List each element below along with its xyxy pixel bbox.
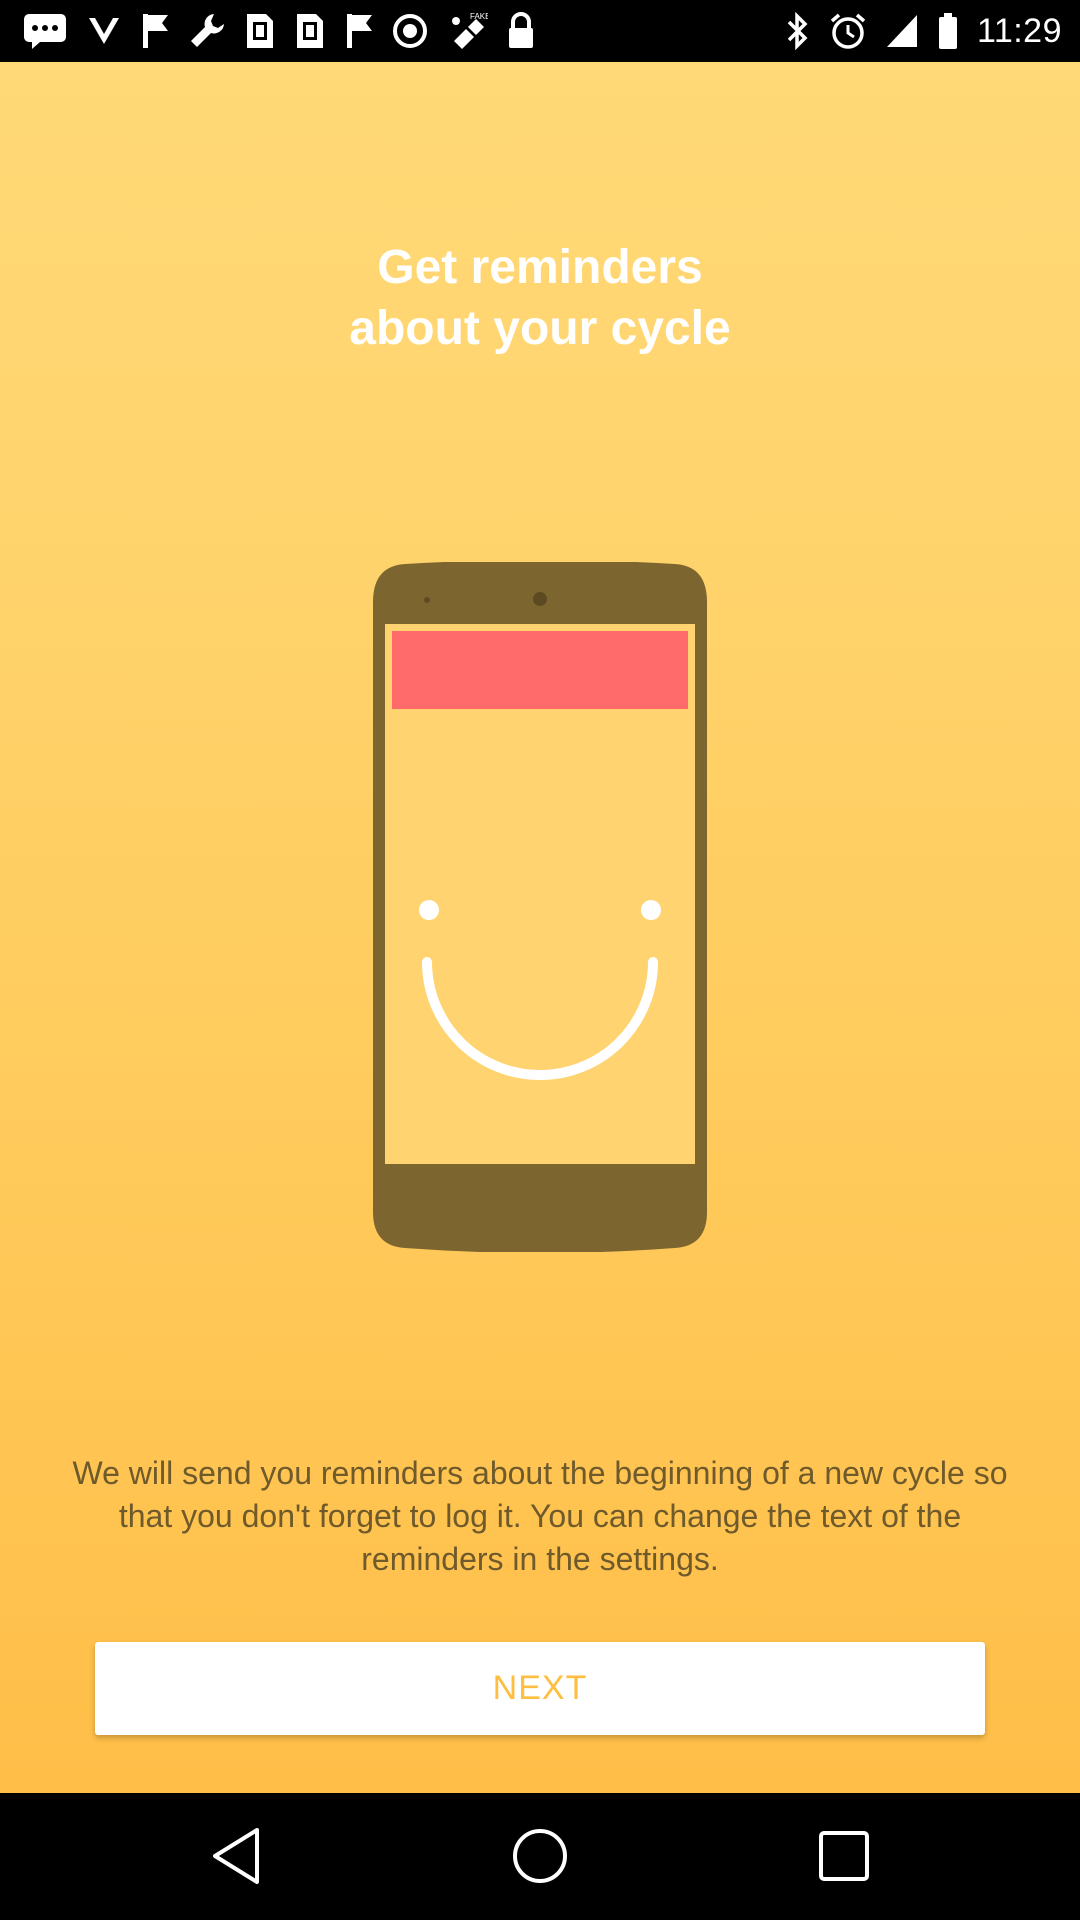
title-line: about your cycle (349, 302, 731, 355)
next-button[interactable]: NEXT (95, 1642, 985, 1735)
wrench-icon (188, 12, 226, 50)
home-icon (513, 1829, 567, 1883)
navigation-bar (0, 1793, 1080, 1920)
recents-button[interactable] (804, 1821, 884, 1891)
alarm-icon (829, 12, 867, 50)
signal-icon (885, 13, 919, 49)
phone-sensor-dot (424, 597, 430, 603)
app-screen: FAKE 11:29 Get reminders about your cycl… (0, 0, 1080, 1920)
status-time: 11:29 (976, 11, 1062, 50)
sim-toolkit-icon (294, 12, 326, 50)
back-icon (213, 1828, 259, 1884)
chevron-down-icon (86, 14, 122, 48)
fake-gps-icon: FAKE (446, 11, 488, 51)
smile-eye-left (419, 900, 439, 920)
description-text: We will send you reminders about the beg… (72, 1455, 1008, 1577)
battery-icon (937, 12, 959, 50)
flag-icon (344, 12, 374, 50)
message-icon (22, 12, 68, 50)
blocked-icon (392, 13, 428, 49)
title-line: Get reminders (377, 241, 703, 294)
onboarding-page: Get reminders about your cycle We will s… (0, 62, 1080, 1793)
sim-toolkit-icon (244, 12, 276, 50)
page-title: Get reminders about your cycle (0, 237, 1080, 359)
phone-camera-dot (533, 592, 547, 606)
svg-text:FAKE: FAKE (470, 12, 488, 21)
phone-illustration (373, 562, 707, 1252)
bluetooth-icon (785, 12, 811, 50)
notification-bar (392, 631, 688, 709)
flag-icon (140, 12, 170, 50)
back-button[interactable] (196, 1821, 276, 1891)
recents-icon (819, 1831, 869, 1881)
smile-eye-right (641, 900, 661, 920)
home-button[interactable] (500, 1821, 580, 1891)
status-bar: FAKE 11:29 (0, 0, 1080, 62)
lock-icon (506, 12, 536, 50)
